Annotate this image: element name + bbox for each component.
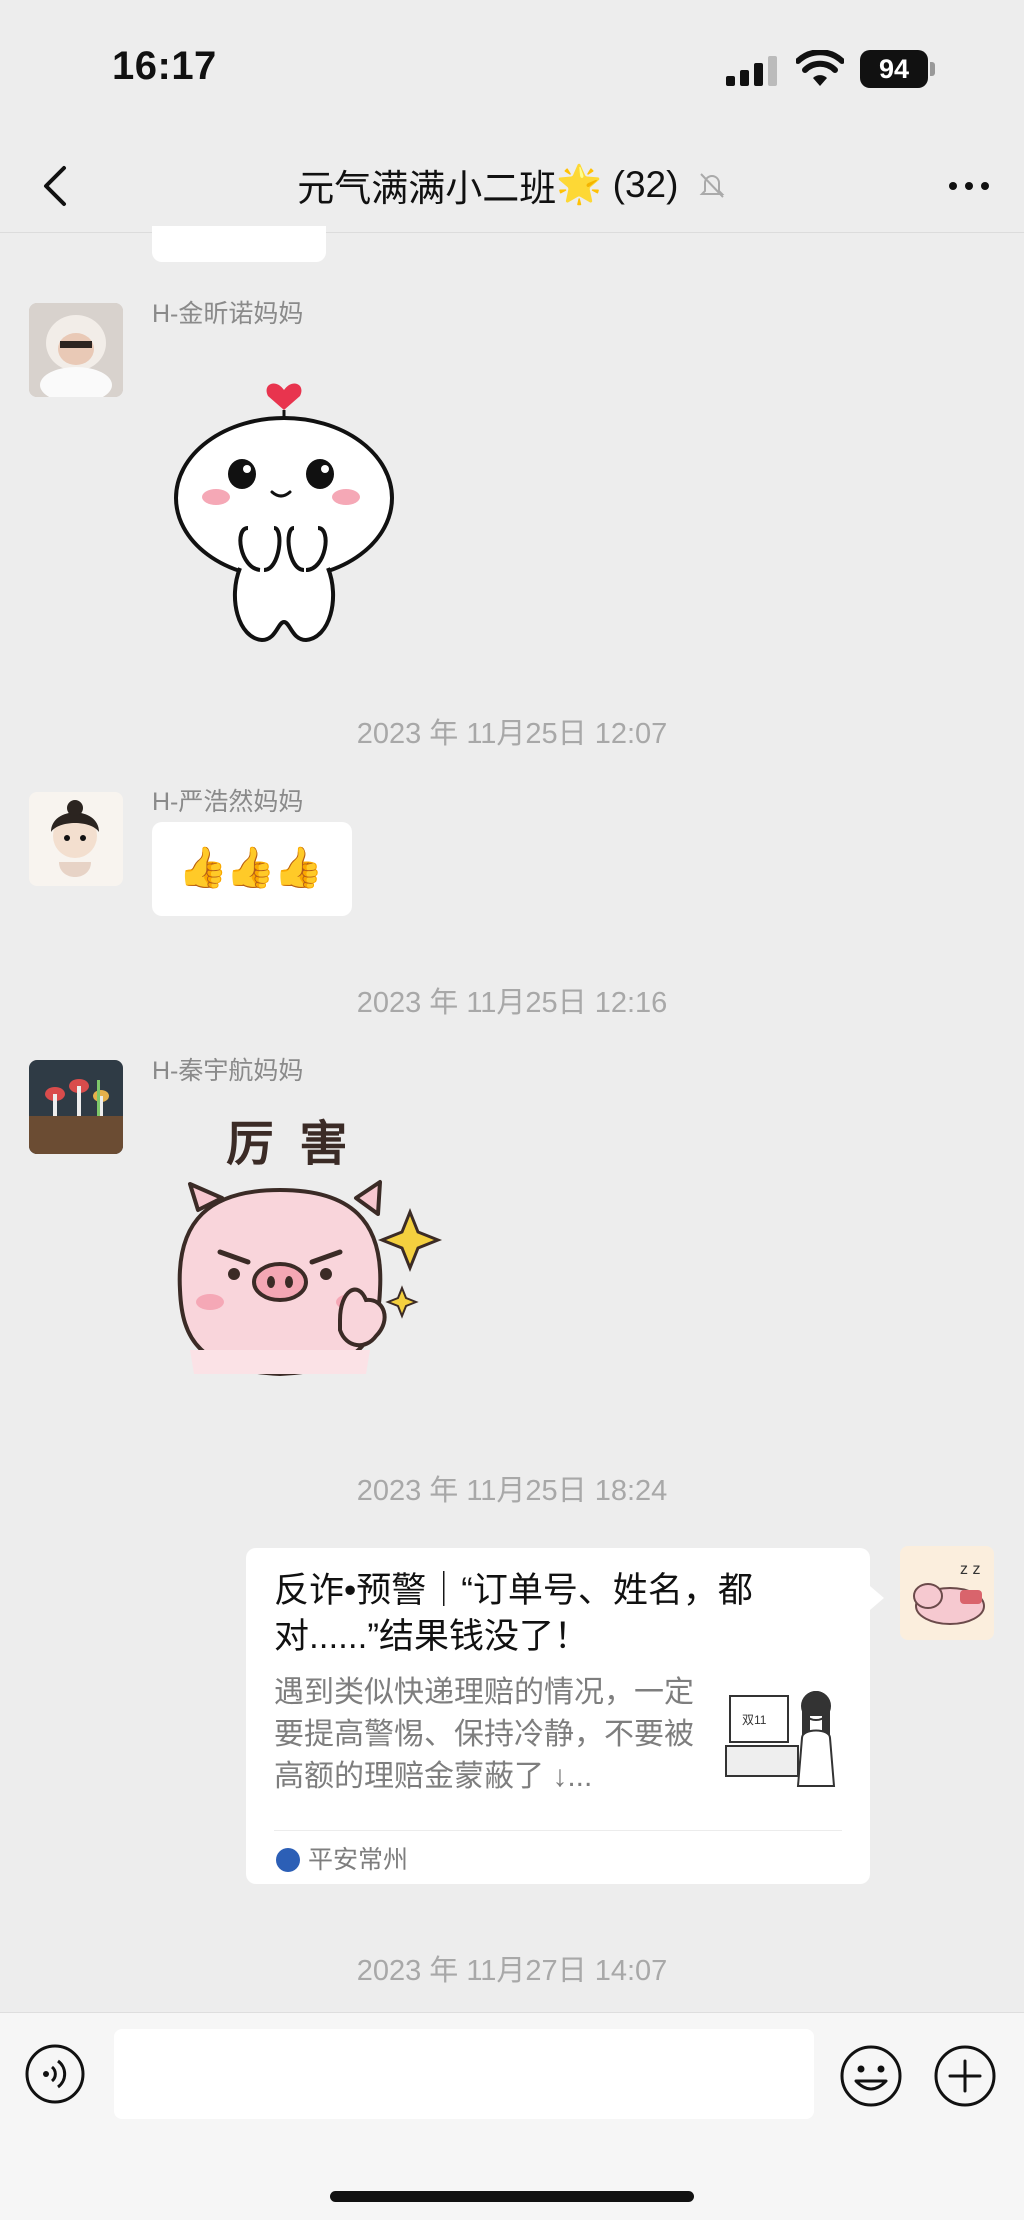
sender-name: H-金昕诺妈妈: [152, 300, 304, 328]
source-logo-icon: [276, 1848, 300, 1872]
avatar[interactable]: [29, 792, 123, 886]
group-name: 元气满满小二班: [297, 168, 557, 209]
star-emoji: 🌟: [556, 163, 603, 205]
avatar[interactable]: [29, 303, 123, 397]
timestamp: 2023 年 11月25日 12:07: [356, 718, 668, 750]
plus-icon[interactable]: [932, 2043, 998, 2109]
status-time: 16:17: [112, 44, 217, 88]
sender-name: H-严浩然妈妈: [152, 788, 304, 816]
shared-article-card[interactable]: 反诈•预警｜“订单号、姓名，都对......”结果钱没了！ 遇到类似快递理赔的情…: [246, 1548, 884, 1884]
voice-input-icon[interactable]: [24, 2043, 86, 2105]
home-indicator[interactable]: [330, 2191, 694, 2202]
sender-name: H-秦宇航妈妈: [152, 1057, 304, 1085]
cellular-signal-icon: [726, 56, 777, 86]
message-input[interactable]: [114, 2029, 814, 2119]
avatar[interactable]: [29, 1060, 123, 1154]
article-description: 遇到类似快递理赔的情况，一定要提高警惕、保持冷静，不要被高额的理赔金蒙蔽了 ↓.…: [274, 1676, 694, 1793]
message-bubble[interactable]: 👍👍👍: [152, 822, 352, 916]
more-options-icon[interactable]: [944, 164, 994, 208]
partial-message-bubble[interactable]: [152, 226, 326, 262]
chat-input-bar: [0, 2012, 1024, 2220]
status-bar: 16:17 94: [0, 0, 1024, 140]
article-thumbnail: 双11: [722, 1676, 844, 1798]
source-name: 平安常州: [308, 1846, 409, 1874]
my-avatar[interactable]: z z: [900, 1546, 994, 1640]
thumbnail-label: 双11: [742, 1713, 767, 1727]
article-source: 平安常州: [276, 1840, 408, 1876]
chat-header: 元气满满小二班🌟 (32): [0, 140, 1024, 233]
sticker-text: 厉 害: [226, 1118, 354, 1171]
pig-sticker[interactable]: 厉 害: [170, 1100, 450, 1390]
timestamp: 2023 年 11月27日 14:07: [356, 1955, 668, 1987]
message-text: 👍👍👍: [178, 846, 323, 890]
battery-level: 94: [860, 50, 928, 88]
cute-ghost-sticker[interactable]: [164, 338, 404, 648]
wifi-icon: [796, 50, 844, 86]
chat-title[interactable]: 元气满满小二班🌟 (32): [0, 158, 1024, 212]
article-title: 反诈•预警｜“订单号、姓名，都对......”结果钱没了！: [274, 1571, 753, 1656]
member-count: (32): [612, 164, 679, 205]
timestamp: 2023 年 11月25日 12:16: [356, 987, 668, 1019]
battery-icon: 94: [860, 50, 936, 88]
svg-text:z z: z z: [960, 1561, 980, 1578]
emoji-icon[interactable]: [838, 2043, 904, 2109]
timestamp: 2023 年 11月25日 18:24: [356, 1475, 668, 1507]
mute-bell-icon: [699, 173, 725, 198]
